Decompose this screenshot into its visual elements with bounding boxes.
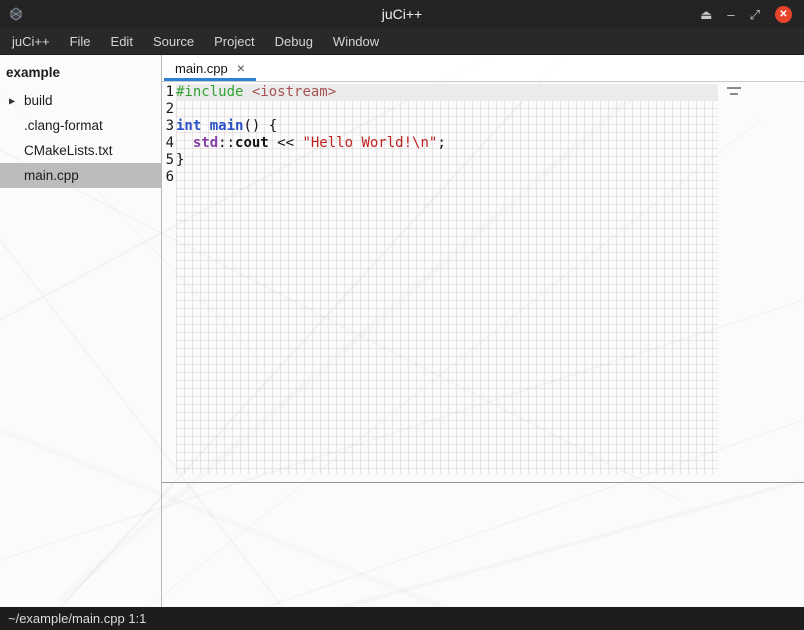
eject-icon[interactable]: ⏏ [700,8,712,21]
line-number: 2 [162,101,174,118]
tree-item-label: CMakeLists.txt [24,143,113,158]
menu-project[interactable]: Project [204,28,264,54]
close-button[interactable]: ✕ [775,6,792,23]
line-number: 5 [162,152,174,169]
line-content [176,169,718,186]
expand-arrow-icon[interactable]: ▶ [9,96,15,105]
menubar: juCi++FileEditSourceProjectDebugWindow [0,28,804,55]
titlebar: juCi++ ⏏ – ⤢ ✕ [0,0,804,28]
main-pane: main.cpp × 1#include <iostream>23int main… [162,55,804,607]
window-title: juCi++ [0,6,804,22]
tab-close-icon[interactable]: × [237,60,245,76]
menu-debug[interactable]: Debug [265,28,323,54]
app-window: juCi++ ⏏ – ⤢ ✕ juCi++FileEditSourceProje… [0,0,804,630]
line-number: 4 [162,135,174,152]
status-file-position: ~/example/main.cpp 1:1 [8,611,146,626]
app-logo-icon [8,5,26,23]
code-lines: 1#include <iostream>23int main() {4 std:… [162,82,804,186]
scroll-overview-marks [727,87,741,99]
code-line-1[interactable]: 1#include <iostream> [162,84,804,101]
menu-edit[interactable]: Edit [101,28,143,54]
tree-item-label: main.cpp [24,168,79,183]
statusbar: ~/example/main.cpp 1:1 [0,607,804,630]
line-number: 6 [162,169,174,186]
terminal-panel[interactable] [162,483,804,607]
line-content [176,101,718,118]
file-tree-sidebar: example ▶ build .clang-format CMakeLists.tx… [0,55,162,607]
tab-main-cpp[interactable]: main.cpp × [164,55,256,81]
tree-item-cmakelists-txt[interactable]: CMakeLists.txt [0,138,161,163]
window-controls: ⏏ – ⤢ ✕ [700,6,804,23]
tree-item-build[interactable]: ▶ build [0,88,161,113]
minimize-button[interactable]: – [727,8,734,21]
line-number: 1 [162,84,174,101]
menu-file[interactable]: File [60,28,101,54]
code-line-5[interactable]: 5} [162,152,804,169]
menu-juci[interactable]: juCi++ [2,28,60,54]
tree-item-label: .clang-format [24,118,103,133]
line-content: std::cout << "Hello World!\n"; [176,135,718,152]
restore-button[interactable]: ⤢ [750,8,760,21]
tab-label: main.cpp [175,61,228,76]
line-number: 3 [162,118,174,135]
content-area: example ▶ build .clang-format CMakeLists.tx… [0,55,804,607]
tabbar: main.cpp × [162,55,804,82]
code-line-6[interactable]: 6 [162,169,804,186]
tree-root-folder[interactable]: example [0,61,161,88]
tree-items: ▶ build .clang-format CMakeLists.txt main.cp… [0,88,161,188]
code-editor[interactable]: 1#include <iostream>23int main() {4 std:… [162,82,804,483]
code-line-4[interactable]: 4 std::cout << "Hello World!\n"; [162,135,804,152]
tree-item-clang-format[interactable]: .clang-format [0,113,161,138]
line-content: #include <iostream> [176,84,718,101]
tree-item-label: build [24,93,53,108]
code-line-3[interactable]: 3int main() { [162,118,804,135]
menu-source[interactable]: Source [143,28,204,54]
line-content: int main() { [176,118,718,135]
menu-window[interactable]: Window [323,28,389,54]
code-line-2[interactable]: 2 [162,101,804,118]
line-content: } [176,152,718,169]
tree-item-main-cpp[interactable]: main.cpp [0,163,161,188]
